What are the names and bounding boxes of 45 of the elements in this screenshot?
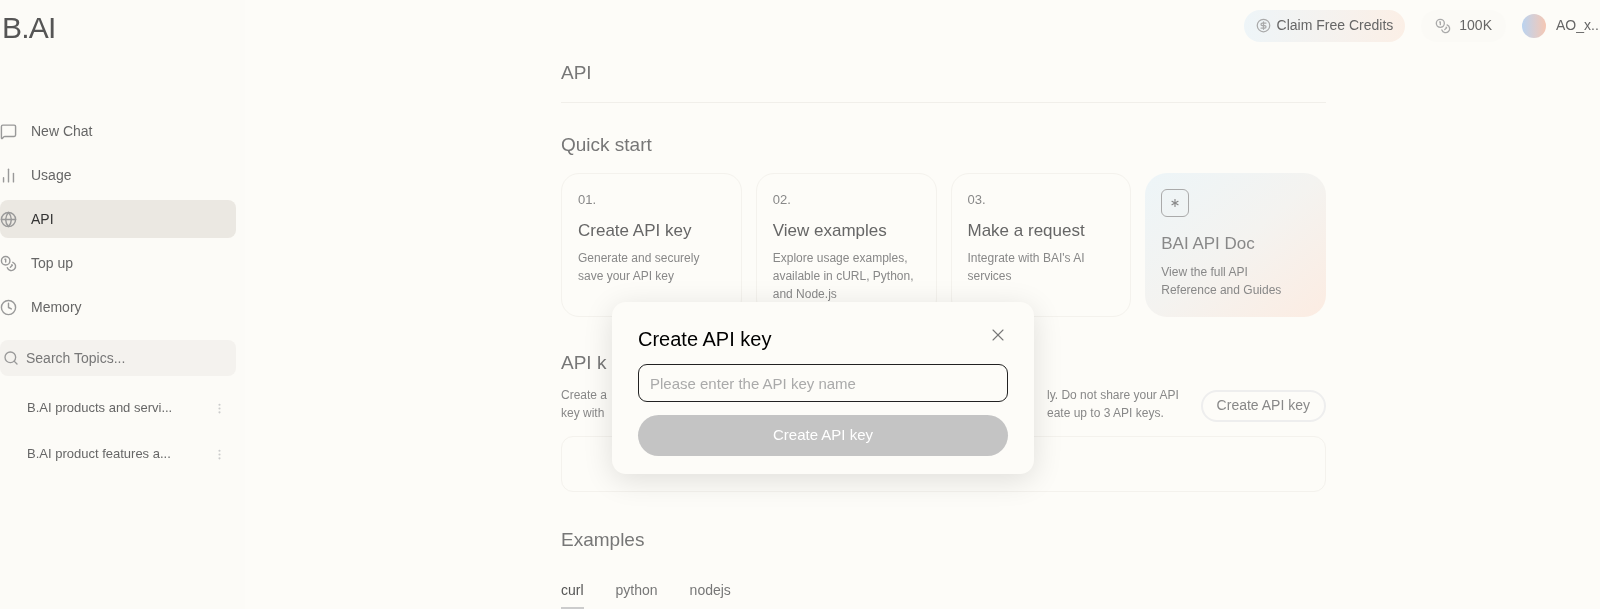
sidebar-item[interactable]: Top up (0, 244, 236, 282)
card-title: BAI API Doc (1161, 233, 1256, 255)
description-text: ly. Do not share your API (1047, 386, 1179, 404)
topic-item[interactable]: B.AI product features a... (27, 444, 171, 464)
section-title: Examples (561, 527, 646, 552)
sidebar-item[interactable]: Usage (0, 156, 236, 194)
card-title: Create API key (578, 219, 693, 242)
card-text: Generate and securely save your API key (578, 250, 701, 285)
card-title: Make a request (967, 219, 1086, 242)
example-tab[interactable]: curl (561, 580, 584, 609)
chat-icon (0, 122, 17, 140)
create-key-button[interactable]: Create API key (1200, 389, 1326, 422)
card-text: Explore usage examples, available in cURL, Python, and Node.js (772, 250, 915, 303)
dialog-title: Create API key (638, 327, 772, 352)
key-name-input[interactable]: Please enter the API key name (638, 364, 1008, 402)
example-tab[interactable]: nodejs (689, 580, 731, 609)
card-text: View the full API Reference and Guides (1161, 263, 1283, 299)
sidebar-item[interactable]: New Chat (0, 112, 236, 150)
card-text: Integrate with BAI's AI services (967, 250, 1086, 285)
claim-credits-button[interactable]: Claim Free Credits (1243, 9, 1406, 42)
section-title: API k (561, 351, 608, 375)
step-number: 02. (772, 191, 792, 209)
avatar[interactable] (1522, 13, 1546, 38)
search-icon (3, 350, 19, 366)
doc-card[interactable]: BAI API Doc View the full API Reference and Guides (1145, 173, 1326, 317)
description-text: Create a (561, 386, 608, 404)
sidebar-item[interactable]: API (0, 200, 236, 238)
search-field[interactable]: Search Topics... (0, 340, 236, 376)
coin-icon (1255, 18, 1271, 33)
card-title: View examples (772, 219, 888, 242)
logo: B.AI (1, 10, 57, 46)
topic-item[interactable]: B.AI products and servi... (27, 398, 173, 418)
sidebar-item[interactable]: Memory (0, 288, 236, 326)
description-text: key with (561, 404, 605, 422)
usage-icon (0, 166, 17, 184)
section-title: Quick start (561, 132, 653, 157)
example-tab[interactable]: python (615, 580, 658, 609)
coins-icon (1435, 17, 1452, 34)
step-number: 03. (967, 191, 987, 209)
step-number: 01. (578, 191, 598, 209)
user-name[interactable]: AO_x.. (1556, 15, 1599, 36)
asterisk-icon (1161, 189, 1190, 217)
page-title: API (561, 59, 1326, 103)
description-text: eate up to 3 API keys. (1047, 404, 1164, 422)
memory-icon (0, 298, 17, 316)
